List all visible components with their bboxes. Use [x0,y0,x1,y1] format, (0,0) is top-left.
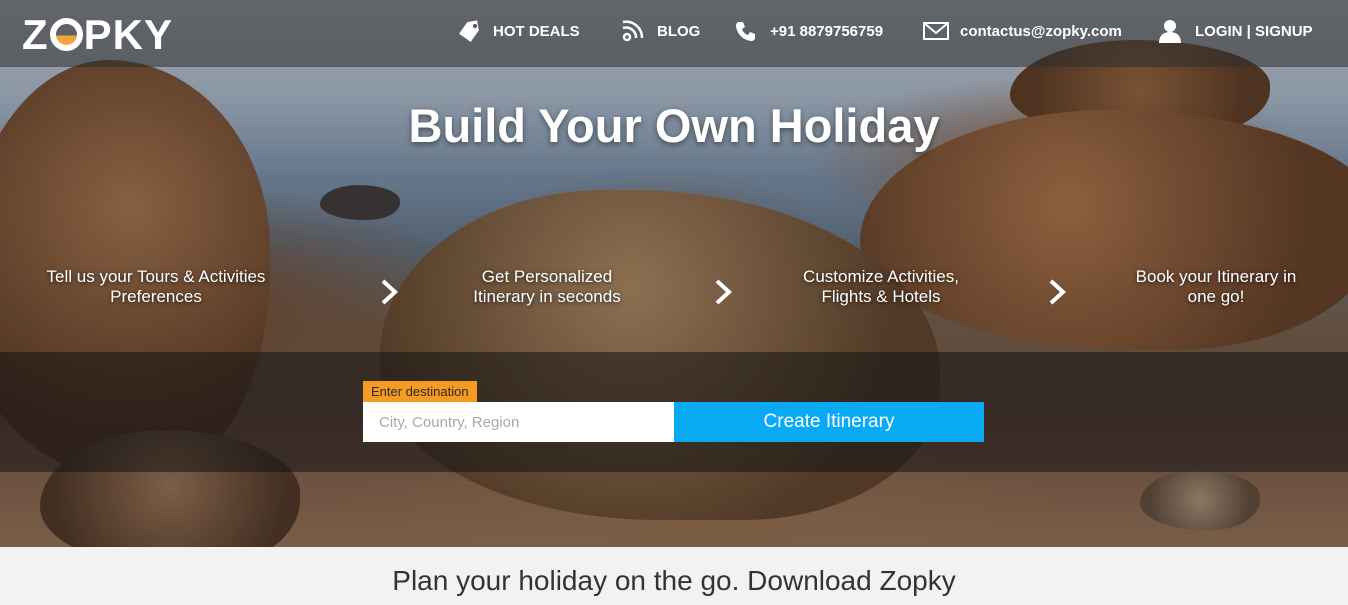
user-icon [1159,20,1181,43]
step-text-line1: Tell us your Tours & Activities [46,267,266,286]
destination-label: Enter destination [363,381,477,402]
step-text-line1: Book your Itinerary in [1135,267,1297,286]
create-itinerary-button[interactable]: Create Itinerary [674,402,984,442]
step-customize: Customize Activities, Flights & Hotels [751,267,1011,307]
step-text-line1: Customize Activities, [803,267,959,286]
step-text-line2: Preferences [110,287,202,306]
download-banner: Plan your holiday on the go. Download Zo… [0,547,1348,605]
chevron-right-icon [715,279,732,305]
nav-hot-deals[interactable]: HOT DEALS [457,19,580,43]
nav-email-label: contactus@zopky.com [960,22,1122,40]
rss-icon [622,20,644,42]
step-text-line2: one go! [1187,287,1245,306]
nav-login-label: LOGIN | SIGNUP [1195,22,1313,40]
chevron-right-icon [1049,279,1066,305]
top-navbar: Z PKY HOT DEALS BLOG +91 8879756759 conta… [0,0,1348,67]
nav-login-signup[interactable]: LOGIN | SIGNUP [1158,19,1313,43]
logo-ring [49,18,83,51]
zopky-logo[interactable]: Z PKY [22,11,173,59]
envelope-icon [923,22,949,40]
nav-hot-deals-label: HOT DEALS [493,22,580,40]
step-book-itinerary: Book your Itinerary in one go! [1086,267,1346,307]
phone-icon [736,22,755,41]
step-preferences: Tell us your Tours & Activities Preferen… [26,267,286,307]
logo-text-left: Z [22,11,49,58]
nav-phone-label: +91 8879756759 [770,22,884,40]
page-title: Build Your Own Holiday [408,99,940,152]
step-text-line2: Itinerary in seconds [473,287,621,306]
nav-blog-label: BLOG [657,22,701,40]
step-text-line1: Get Personalized [481,267,613,286]
destination-input[interactable] [363,402,674,442]
nav-phone[interactable]: +91 8879756759 [734,19,883,43]
step-personalized-itinerary: Get Personalized Itinerary in seconds [417,267,677,307]
chevron-right-icon [381,279,398,305]
download-banner-text: Plan your holiday on the go. Download Zo… [392,565,956,596]
nav-blog[interactable]: BLOG [620,19,700,43]
step-text-line2: Flights & Hotels [821,287,941,306]
logo-text-right: PKY [83,11,174,58]
tag-icon [459,20,479,42]
nav-email[interactable]: contactus@zopky.com [923,19,1122,43]
